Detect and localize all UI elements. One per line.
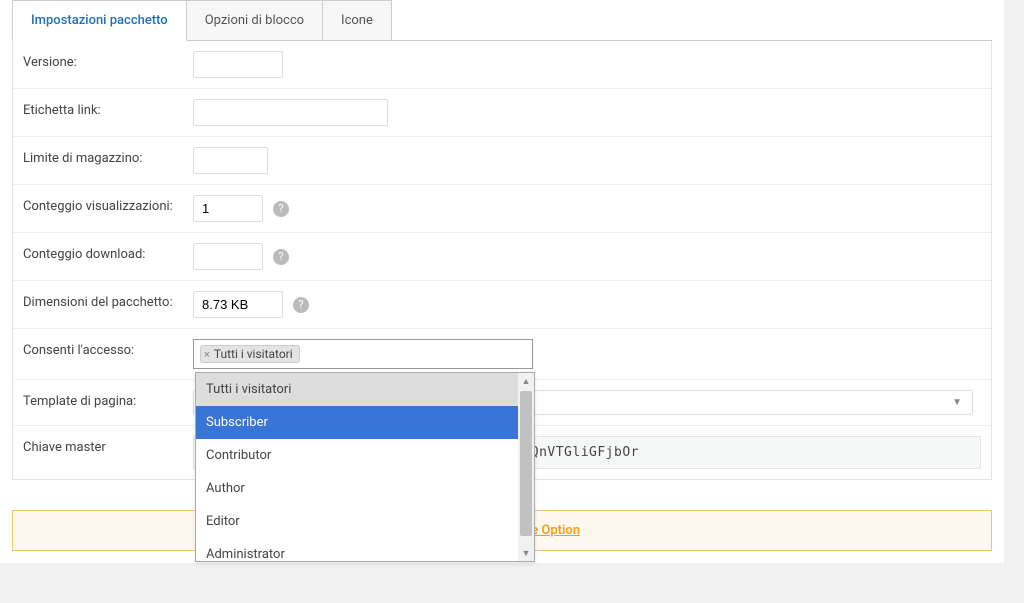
help-icon[interactable]: ?	[273, 249, 289, 265]
label-master-key: Chiave master	[13, 426, 183, 479]
label-allow-access: Consenti l'accesso:	[13, 329, 183, 379]
dropdown-option-contributor[interactable]: Contributor	[196, 439, 534, 472]
label-view-count: Conteggio visualizzazioni:	[13, 185, 183, 232]
access-dropdown: Tutti i visitatori Subscriber Contributo…	[195, 372, 535, 562]
tab-package-settings[interactable]: Impostazioni pacchetto	[12, 0, 187, 41]
tab-lock-options[interactable]: Opzioni di blocco	[186, 0, 323, 40]
scrollbar[interactable]: ▲ ▼	[518, 373, 534, 561]
dropdown-option-editor[interactable]: Editor	[196, 505, 534, 538]
chevron-down-icon: ▼	[952, 397, 962, 408]
scroll-up-icon[interactable]: ▲	[520, 375, 532, 387]
scroll-down-icon[interactable]: ▼	[520, 547, 532, 559]
input-download-count[interactable]	[193, 243, 263, 270]
input-view-count[interactable]	[193, 195, 263, 222]
help-icon[interactable]: ?	[293, 297, 309, 313]
label-stock-limit: Limite di magazzino:	[13, 137, 183, 184]
input-package-size[interactable]	[193, 291, 283, 318]
close-icon[interactable]: ×	[204, 348, 210, 361]
access-tag: × Tutti i visitatori	[200, 345, 300, 363]
dropdown-option-all-visitors[interactable]: Tutti i visitatori	[196, 373, 534, 406]
dropdown-option-author[interactable]: Author	[196, 472, 534, 505]
input-stock-limit[interactable]	[193, 147, 268, 174]
access-multiselect[interactable]: × Tutti i visitatori	[193, 339, 533, 369]
input-version[interactable]	[193, 51, 283, 78]
label-download-count: Conteggio download:	[13, 233, 183, 280]
label-version: Versione:	[13, 41, 183, 88]
tabs-nav: Impostazioni pacchetto Opzioni di blocco…	[12, 0, 992, 41]
help-icon[interactable]: ?	[273, 201, 289, 217]
dropdown-option-subscriber[interactable]: Subscriber	[196, 406, 534, 439]
dropdown-option-administrator[interactable]: Administrator	[196, 538, 534, 561]
scrollbar-thumb[interactable]	[520, 391, 532, 536]
input-link-label[interactable]	[193, 99, 388, 126]
access-tag-label: Tutti i visitatori	[214, 347, 293, 361]
label-link-label: Etichetta link:	[13, 89, 183, 136]
label-page-template: Template di pagina:	[13, 380, 183, 425]
label-package-size: Dimensioni del pacchetto:	[13, 281, 183, 328]
tab-icons[interactable]: Icone	[322, 0, 392, 40]
